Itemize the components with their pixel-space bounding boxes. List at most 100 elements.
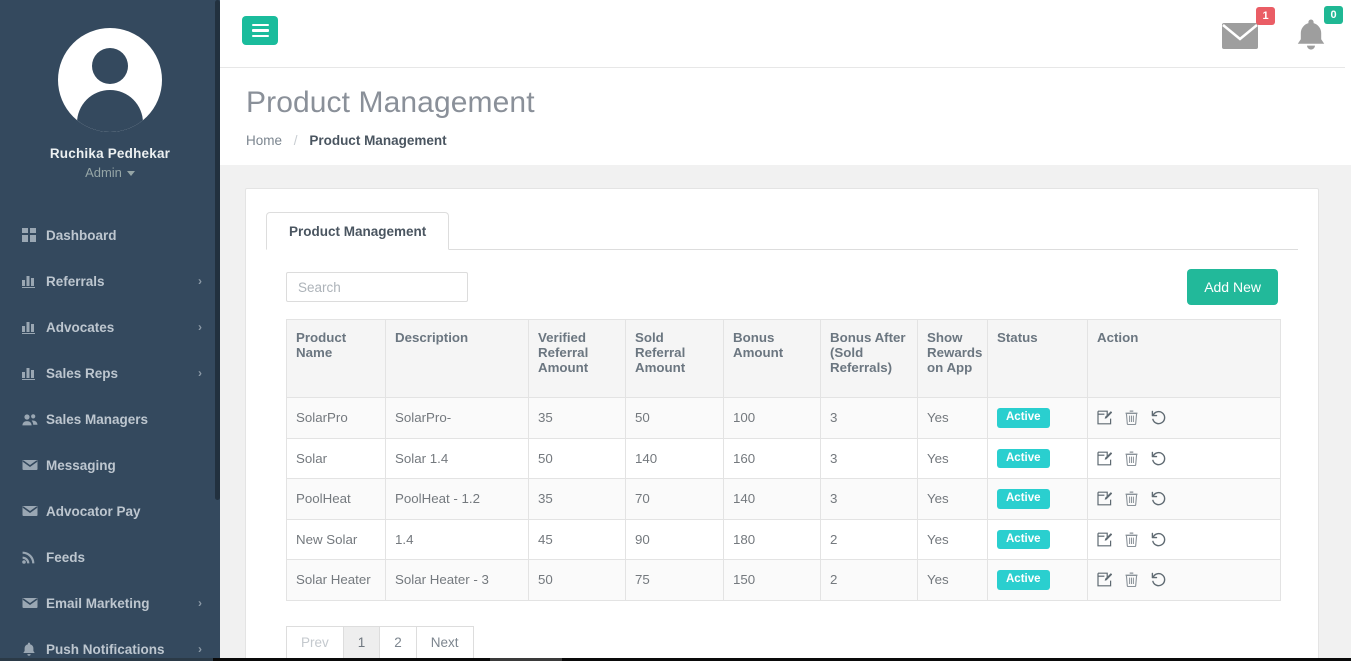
edit-icon[interactable] — [1097, 491, 1112, 506]
row-actions — [1097, 451, 1271, 466]
pagination-next[interactable]: Next — [415, 625, 474, 660]
pagination-page-2[interactable]: 2 — [379, 625, 417, 660]
sidebar-item-feeds[interactable]: Feeds — [0, 534, 220, 580]
column-header-bonus-after-sold-referrals: Bonus After (Sold Referrals) — [820, 319, 918, 398]
sidebar-item-label: Sales Reps — [46, 365, 119, 381]
status-badge: Active — [997, 529, 1050, 549]
column-header-description: Description — [385, 319, 529, 398]
sidebar: Ruchika Pedhekar Admin Dashboard Referra… — [0, 0, 220, 661]
cell-sold-referral-amount: 90 — [625, 518, 724, 560]
sidebar-item-label: Advocates — [46, 319, 115, 335]
sidebar-item-label: Push Notifications — [46, 641, 165, 657]
pagination-prev[interactable]: Prev — [286, 625, 344, 660]
table-body: SolarPro SolarPro- 35 50 100 3 Yes Active Solar S… — [286, 397, 1281, 601]
rss-icon — [22, 550, 46, 564]
table-container: Product Name Description Verified Referr… — [266, 305, 1298, 601]
history-icon[interactable] — [1151, 572, 1166, 587]
sidebar-item-advocator-pay[interactable]: Advocator Pay — [0, 488, 220, 534]
sidebar-item-label: Dashboard — [46, 227, 117, 243]
sidebar-item-advocates[interactable]: Advocates › — [0, 304, 220, 350]
tab-product-management[interactable]: Product Management — [266, 212, 450, 250]
product-management-card: Product Management Add New Product Name … — [245, 188, 1319, 661]
chevron-right-icon: › — [198, 366, 202, 380]
menu-toggle-button[interactable] — [242, 16, 278, 45]
sidebar-item-referrals[interactable]: Referrals › — [0, 258, 220, 304]
history-icon[interactable] — [1151, 532, 1166, 547]
cell-bonus-after-sold-referrals: 3 — [820, 397, 918, 439]
cell-sold-referral-amount: 75 — [625, 559, 724, 601]
cell-action — [1087, 397, 1281, 439]
cell-product-name: SolarPro — [286, 397, 386, 439]
edit-icon[interactable] — [1097, 410, 1112, 425]
cell-status: Active — [987, 437, 1088, 479]
cell-bonus-amount: 180 — [723, 518, 821, 560]
history-icon[interactable] — [1151, 491, 1166, 506]
table-row: Solar Solar 1.4 50 140 160 3 Yes Active — [286, 437, 1281, 479]
cell-product-name: Solar Heater — [286, 559, 386, 601]
page-title: Product Management — [246, 86, 535, 119]
sidebar-item-label: Referrals — [46, 273, 105, 289]
sidebar-item-sales-reps[interactable]: Sales Reps › — [0, 350, 220, 396]
sidebar-item-label: Messaging — [46, 457, 116, 473]
edit-icon[interactable] — [1097, 532, 1112, 547]
pagination: Prev 1 2 Next — [266, 601, 1298, 660]
content-area: Product Management Add New Product Name … — [220, 165, 1351, 661]
sidebar-item-dashboard[interactable]: Dashboard — [0, 212, 220, 258]
cell-verified-referral-amount: 35 — [528, 478, 626, 520]
cell-verified-referral-amount: 50 — [528, 437, 626, 479]
cell-bonus-amount: 140 — [723, 478, 821, 520]
pagination-page-1[interactable]: 1 — [342, 625, 381, 660]
column-header-sold-referral-amount: Sold Referral Amount — [625, 319, 724, 398]
sidebar-item-messaging[interactable]: Messaging — [0, 442, 220, 488]
edit-icon[interactable] — [1097, 451, 1112, 466]
cell-bonus-after-sold-referrals: 3 — [820, 437, 918, 479]
sidebar-item-email-marketing[interactable]: Email Marketing › — [0, 580, 220, 626]
profile-role-label: Admin — [85, 165, 122, 180]
sidebar-item-label: Feeds — [46, 549, 86, 565]
cell-bonus-amount: 160 — [723, 437, 821, 479]
cell-verified-referral-amount: 35 — [528, 397, 626, 439]
cell-status: Active — [987, 559, 1088, 601]
edit-icon[interactable] — [1097, 572, 1112, 587]
history-icon[interactable] — [1151, 410, 1166, 425]
table-row: SolarPro SolarPro- 35 50 100 3 Yes Active — [286, 397, 1281, 439]
cell-product-name: PoolHeat — [286, 478, 386, 520]
sidebar-item-push-notifications[interactable]: Push Notifications › — [0, 626, 220, 661]
table-header-row: Product Name Description Verified Referr… — [286, 319, 1281, 398]
table-row: Solar Heater Solar Heater - 3 50 75 150 2 Yes A… — [286, 559, 1281, 601]
trash-icon[interactable] — [1125, 572, 1138, 588]
trash-icon[interactable] — [1125, 451, 1138, 466]
status-badge: Active — [997, 448, 1050, 468]
cell-status: Active — [987, 518, 1088, 560]
cell-description: 1.4 — [385, 518, 529, 560]
sidebar-item-sales-managers[interactable]: Sales Managers — [0, 396, 220, 442]
row-actions — [1097, 532, 1271, 547]
search-input[interactable] — [286, 272, 468, 302]
cell-sold-referral-amount: 140 — [625, 437, 724, 479]
tab-bar: Product Management — [266, 209, 1298, 250]
history-icon[interactable] — [1151, 451, 1166, 466]
trash-icon[interactable] — [1125, 410, 1138, 426]
trash-icon[interactable] — [1125, 491, 1138, 507]
breadcrumb-home[interactable]: Home — [246, 133, 282, 148]
notifications-button[interactable]: 0 — [1289, 6, 1343, 56]
column-header-status: Status — [987, 319, 1088, 398]
column-header-action: Action — [1087, 319, 1281, 398]
cell-status: Active — [987, 478, 1088, 520]
profile-role-dropdown[interactable]: Admin — [0, 165, 220, 180]
trash-icon[interactable] — [1125, 532, 1138, 547]
messages-badge: 1 — [1256, 7, 1275, 25]
cell-action — [1087, 518, 1281, 560]
cell-bonus-after-sold-referrals: 3 — [820, 478, 918, 520]
messages-button[interactable]: 1 — [1215, 7, 1275, 55]
add-new-button[interactable]: Add New — [1187, 269, 1278, 305]
page-header: Product Management Home / Product Manage… — [220, 68, 1345, 165]
envelope-icon — [22, 597, 46, 609]
sidebar-item-label: Advocator Pay — [46, 503, 141, 519]
products-table: Product Name Description Verified Referr… — [286, 319, 1281, 601]
cell-verified-referral-amount: 50 — [528, 559, 626, 601]
row-actions — [1097, 572, 1271, 588]
app-root: Ruchika Pedhekar Admin Dashboard Referra… — [0, 0, 1351, 661]
table-row: New Solar 1.4 45 90 180 2 Yes Active — [286, 518, 1281, 560]
column-header-show-rewards-on-app: Show Rewards on App — [917, 319, 988, 398]
